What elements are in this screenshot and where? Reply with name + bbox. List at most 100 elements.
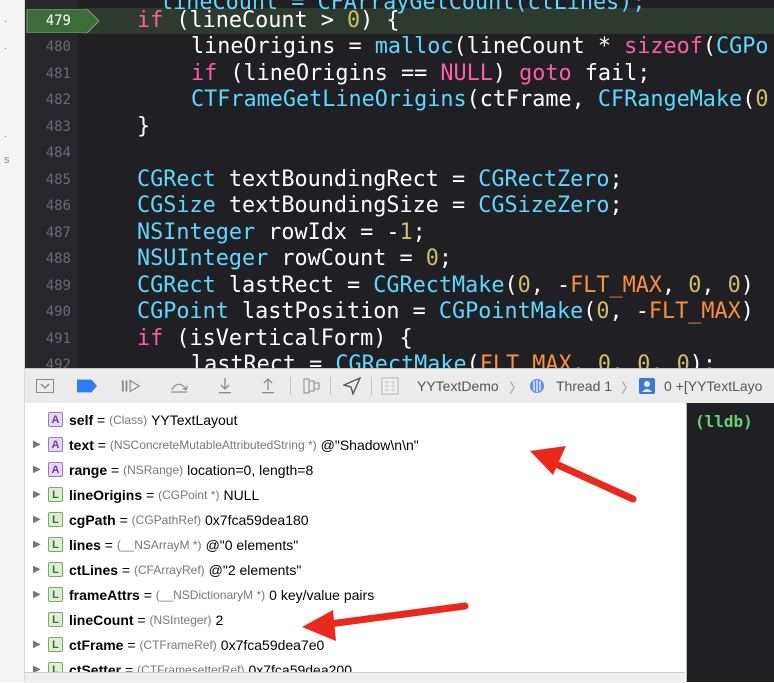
variable-type: (Class) [109, 412, 148, 427]
hide-debug-area-icon[interactable] [35, 376, 55, 396]
variable-row[interactable]: ▶ LctLines = (CFArrayRef) @"2 elements" [25, 557, 685, 582]
variable-value: @"0 elements" [205, 536, 299, 553]
equals-sign: = [133, 611, 150, 628]
line-number: 487 [45, 225, 71, 241]
code-line: CGSize textBoundingSize = CGSizeZero; [137, 193, 623, 218]
toolbar-separator [290, 377, 291, 395]
variable-name: frameAttrs [69, 586, 140, 603]
variable-type: (CGPathRef) [131, 512, 202, 527]
line-number: 483 [45, 119, 71, 135]
breadcrumb-frame[interactable]: 0 +[YYTextLayo [664, 378, 762, 394]
navigator-char: . [4, 13, 8, 25]
breadcrumb-thread[interactable]: Thread 1 [556, 378, 612, 394]
variable-type: (NSInteger) [149, 612, 212, 627]
variable-name: lines [69, 536, 101, 553]
variable-value: 0x7fca59dea180 [205, 511, 309, 528]
variable-row[interactable]: Aself = (Class) YYTextLayout [25, 407, 685, 432]
equals-sign: = [93, 411, 110, 428]
step-over-icon[interactable] [169, 376, 189, 396]
variable-kind-icon: L [48, 487, 63, 502]
variable-value: NULL [223, 486, 260, 503]
variable-row[interactable]: ▶ Llines = (__NSArrayM *) @"0 elements" [25, 532, 685, 557]
variable-name: range [69, 461, 108, 478]
variable-row[interactable]: ▶ LcgPath = (CGPathRef) 0x7fca59dea180 [25, 507, 685, 532]
code-line: CTFrameGetLineOrigins(ctFrame, CFRangeMa… [191, 87, 769, 112]
disclosure-triangle-icon[interactable]: ▶ [33, 589, 45, 600]
disclosure-triangle-icon[interactable]: ▶ [33, 514, 45, 525]
code-line: CGRect textBoundingRect = CGRectZero; [137, 167, 623, 192]
variable-kind-icon: L [48, 587, 63, 602]
navigator-char: . [4, 128, 8, 140]
step-into-icon[interactable] [215, 376, 235, 396]
variable-type: (__NSDictionaryM *) [155, 587, 266, 602]
code-line: lastRect = CGRectMake(FLT_MAX, 0, 0, 0); [191, 352, 716, 368]
toolbar-separator [330, 377, 331, 395]
disclosure-triangle-icon[interactable]: ▶ [33, 439, 45, 450]
variable-row[interactable]: ▶ Arange = (NSRange) location=0, length=8 [25, 457, 685, 482]
disclosure-triangle-icon[interactable]: ▶ [33, 489, 45, 500]
equals-sign: = [100, 536, 117, 553]
variable-kind-icon: L [48, 612, 63, 627]
line-number: 492 [45, 357, 71, 368]
breakpoint-toggle-icon[interactable] [77, 376, 97, 396]
variable-name: ctLines [69, 561, 119, 578]
line-number: 488 [45, 251, 71, 267]
variable-name: ctFrame [69, 636, 124, 653]
code-line: lineOrigins = malloc(lineCount * sizeof(… [191, 34, 769, 59]
equals-sign: = [118, 561, 134, 578]
variable-type: (NSConcreteMutableAttributedString *) [109, 437, 317, 452]
code-editor[interactable]: lineCount = CFArrayGetCount(ctLines); 47… [25, 0, 774, 368]
variable-row[interactable]: LlineCount = (NSInteger) 2 [25, 607, 685, 632]
variable-value: 2 [215, 611, 224, 628]
code-line: NSUInteger rowCount = 0; [137, 246, 452, 271]
disclosure-triangle-icon[interactable]: ▶ [33, 564, 45, 575]
navigator-char: s [4, 154, 10, 166]
line-number: 480 [45, 39, 71, 55]
disclosure-triangle-icon[interactable]: ▶ [33, 464, 45, 475]
code-line: CGPoint lastPosition = CGPointMake(0, -F… [137, 299, 754, 324]
variable-row[interactable]: ▶ Atext = (NSConcreteMutableAttributedStr… [25, 432, 685, 457]
variable-kind-icon: L [48, 637, 63, 652]
line-number: 491 [45, 331, 71, 347]
thread-icon [527, 376, 547, 396]
equals-sign: = [115, 511, 132, 528]
view-hierarchy-icon[interactable] [302, 376, 322, 396]
line-number: 484 [45, 145, 71, 161]
frame-icon [637, 376, 657, 396]
variable-name: lineCount [69, 611, 134, 628]
line-number: 481 [45, 66, 71, 82]
variable-kind-icon: A [48, 437, 63, 452]
variable-name: cgPath [69, 511, 116, 528]
line-number: 482 [45, 92, 71, 108]
line-number: 485 [45, 172, 71, 188]
project-icon[interactable] [380, 376, 400, 396]
toolbar-separator [371, 377, 372, 395]
variable-name: self [69, 411, 94, 428]
lldb-console[interactable]: (lldb) [686, 403, 774, 682]
disclosure-triangle-icon[interactable]: ▶ [33, 639, 45, 650]
line-number: 486 [45, 198, 71, 214]
variables-view[interactable]: Aself = (Class) YYTextLayout ▶ Atext = (NSC… [25, 403, 685, 682]
variable-type: (CTFrameRef) [139, 637, 217, 652]
variable-value: 0 key/value pairs [269, 586, 375, 603]
navigator-strip: . . . s [0, 0, 25, 682]
equals-sign: = [123, 636, 140, 653]
variable-value: @"Shadow\n\n" [320, 436, 419, 453]
line-number: 490 [45, 304, 71, 320]
step-out-icon[interactable] [258, 376, 278, 396]
variable-row[interactable]: ▶ LctFrame = (CTFrameRef) 0x7fca59dea7e0 [25, 632, 685, 657]
variable-value: @"2 elements" [208, 561, 302, 578]
debug-bar: YYTextDemo 〉 Thread 1 〉 0 +[YYTextLayo [25, 368, 774, 404]
breadcrumb-project[interactable]: YYTextDemo [417, 378, 499, 394]
variable-row[interactable]: ▶ LframeAttrs = (__NSDictionaryM *) 0 key/… [25, 582, 685, 607]
variable-value: YYTextLayout [151, 411, 238, 428]
disclosure-triangle-icon[interactable]: ▶ [33, 539, 45, 550]
navigator-char: . [4, 40, 8, 52]
simulate-location-icon[interactable] [342, 376, 362, 396]
equals-sign: = [107, 461, 124, 478]
variable-value: 0x7fca59dea7e0 [220, 636, 325, 653]
continue-icon[interactable] [121, 376, 141, 396]
variable-row[interactable]: ▶ LlineOrigins = (CGPoint *) NULL [25, 482, 685, 507]
code-line: if (lineCount > 0) { [137, 8, 400, 33]
equals-sign: = [142, 486, 159, 503]
